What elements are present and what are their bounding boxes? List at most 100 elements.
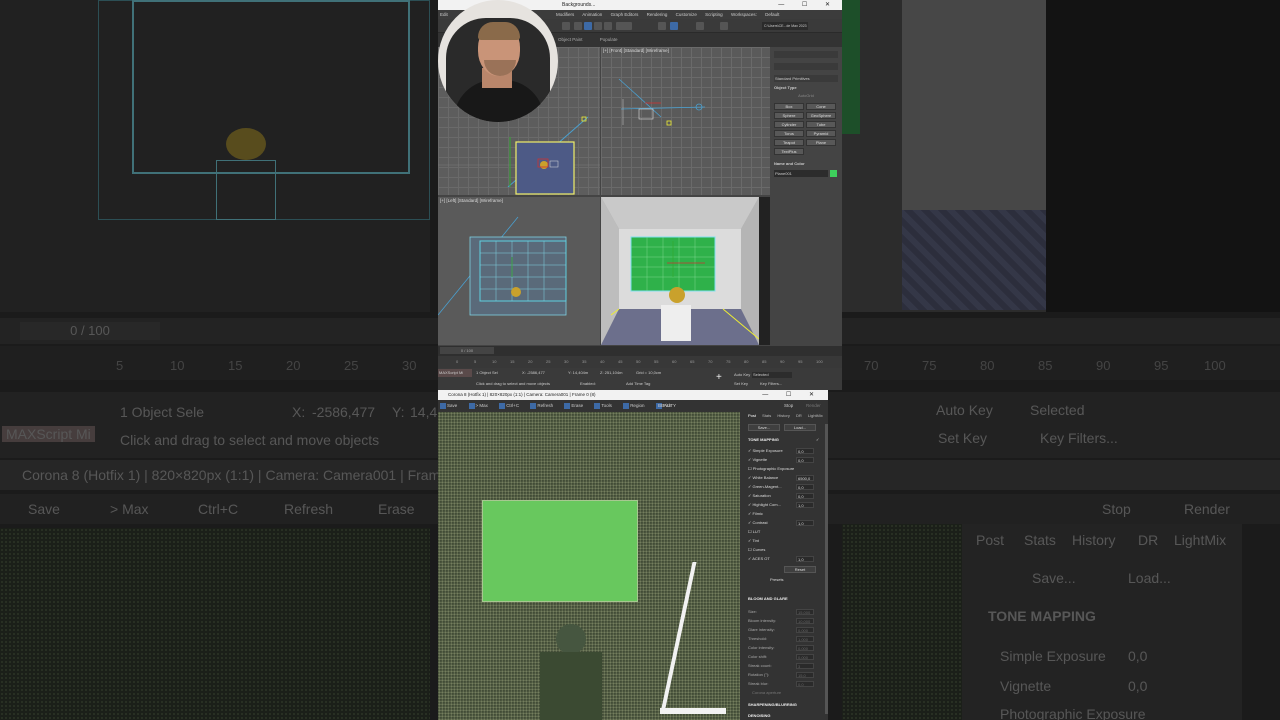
bloom-option[interactable]: Streak blur: 0,0	[748, 680, 822, 688]
tab-object-paint[interactable]: Object Paint	[558, 37, 583, 42]
tab-history[interactable]: History	[777, 413, 789, 418]
bloom-value[interactable]: 0,000	[796, 654, 814, 660]
primitives-dropdown[interactable]: Standard Primitives	[774, 75, 838, 82]
option-row[interactable]: ✓ Green-Magent... 0,0	[748, 483, 822, 491]
auto-key-button[interactable]: Auto Key	[734, 372, 750, 377]
render-view[interactable]	[438, 412, 740, 720]
bloom-option[interactable]: Threshold: 1,000	[748, 635, 822, 643]
menu-edit[interactable]: Edit	[440, 10, 448, 19]
y-coordinate[interactable]: Y: 14,404m	[568, 370, 588, 375]
tab-lightmix[interactable]: LightMix	[808, 413, 823, 418]
bloom-option[interactable]: Rotation (°): 15,0	[748, 671, 822, 679]
tab-post[interactable]: Post	[748, 413, 756, 418]
tube-button[interactable]: Tube	[806, 121, 836, 128]
bloom-option[interactable]: Size: 15,000	[748, 608, 822, 616]
tab-stats[interactable]: Stats	[762, 413, 771, 418]
teapot-button[interactable]: Teapot	[774, 139, 804, 146]
bloom-option[interactable]: Color shift: 0,000	[748, 653, 822, 661]
bloom-option[interactable]: Streak count: 3	[748, 662, 822, 670]
option-row[interactable]: ✓ Vignette 0,0	[748, 456, 822, 464]
corona-window-controls[interactable]: — ☐ ✕	[762, 390, 822, 400]
tone-mapping-checkbox[interactable]: ✓	[816, 437, 819, 442]
save-preset-button[interactable]: Save...	[748, 424, 780, 431]
autogrid-toggle[interactable]: AutoGrid	[774, 93, 838, 100]
bloom-glare-header[interactable]: BLOOM AND GLARE	[748, 596, 788, 601]
option-value[interactable]: 0,0	[796, 457, 814, 463]
select-icon[interactable]	[574, 22, 582, 30]
time-slider[interactable]: 0 / 100	[440, 347, 494, 354]
option-row[interactable]: ✓ Highlight Com... 1,0	[748, 501, 822, 509]
angle-snap-icon[interactable]	[670, 22, 678, 30]
percent-snap-icon[interactable]	[696, 22, 704, 30]
maxscript-listener[interactable]: MAXScript Mi	[438, 369, 472, 377]
panel-scrollbar[interactable]	[825, 424, 828, 714]
textplus-button[interactable]: TextPlus	[774, 148, 804, 155]
option-row[interactable]: ✓ Filmic	[748, 510, 822, 518]
save-button[interactable]: Save	[440, 402, 457, 409]
name-color-header[interactable]: Name and Color	[774, 161, 838, 168]
bloom-value[interactable]: 0,000	[796, 627, 814, 633]
option-row[interactable]: ✓ Saturation 0,0	[748, 492, 822, 500]
cylinder-button[interactable]: Cylinder	[774, 121, 804, 128]
load-preset-button[interactable]: Load...	[784, 424, 816, 431]
bloom-value[interactable]: 1,000	[796, 636, 814, 642]
bloom-value[interactable]: 0,0	[796, 681, 814, 687]
plane-button[interactable]: Plane	[806, 139, 836, 146]
menu-modifiers[interactable]: Modifiers	[556, 12, 574, 17]
view-dropdown[interactable]	[616, 22, 632, 30]
option-row[interactable]: ☐ LUT	[748, 528, 822, 536]
tone-mapping-header[interactable]: TONE MAPPING	[748, 437, 779, 442]
option-value[interactable]: 6500,0	[796, 475, 814, 481]
link-icon[interactable]	[562, 22, 570, 30]
create-tab-row[interactable]	[774, 51, 838, 58]
option-row[interactable]: ☐ Photographic Exposure	[748, 465, 822, 473]
menu-rendering[interactable]: Rendering	[647, 12, 668, 17]
option-value[interactable]: 1,0	[796, 502, 814, 508]
selected-dropdown[interactable]: Selected	[752, 372, 792, 378]
menu-graph-editors[interactable]: Graph Editors	[611, 12, 639, 17]
geometry-tab-row[interactable]	[774, 63, 838, 70]
region-button[interactable]: Region	[623, 402, 644, 409]
bloom-value[interactable]: 3	[796, 663, 814, 669]
set-key-button[interactable]: Set Key	[734, 381, 748, 386]
bloom-value[interactable]: 0,000	[796, 645, 814, 651]
option-row[interactable]: ✓ Contrast 1,0	[748, 519, 822, 527]
option-row[interactable]: ✓ Tint	[748, 537, 822, 545]
reset-button[interactable]: Reset	[784, 566, 816, 573]
cone-button[interactable]: Cone	[806, 103, 836, 110]
bloom-option[interactable]: Color intensity: 0,000	[748, 644, 822, 652]
option-row[interactable]: ✓ White Balance 6500,0	[748, 474, 822, 482]
to-max-button[interactable]: > Max	[468, 402, 488, 409]
option-value[interactable]: 1,0	[796, 556, 814, 562]
bloom-option[interactable]: Bloom intensity: 10,000	[748, 617, 822, 625]
project-path[interactable]: C:\Users\CE...de Max 2023	[762, 22, 808, 30]
geosphere-button[interactable]: GeoSphere	[806, 112, 836, 119]
track-bar[interactable]: 0 5 10 15 20 25 30 35 40 45 50 55 60 65 …	[438, 356, 842, 368]
viewport-front[interactable]: [+] [Front] [Standard] [Wireframe]	[601, 47, 770, 195]
render-button[interactable]: Render	[806, 400, 821, 412]
box-button[interactable]: Box	[774, 103, 804, 110]
menu-scripting[interactable]: Scripting	[705, 12, 723, 17]
refresh-button[interactable]: Refresh	[530, 402, 553, 409]
bloom-value[interactable]: 15,000	[796, 609, 814, 615]
sphere-button[interactable]: Sphere	[774, 112, 804, 119]
scale-icon[interactable]	[604, 22, 612, 30]
option-row[interactable]: ✓ ACES OT 1,0	[748, 555, 822, 563]
workspaces-select[interactable]: Default	[765, 12, 779, 17]
key-mode-icon[interactable]: +	[716, 372, 722, 383]
bloom-option[interactable]: Glare intensity: 0,000	[748, 626, 822, 634]
presets-button[interactable]: Presets	[770, 577, 784, 582]
option-value[interactable]: 0,0	[796, 493, 814, 499]
add-time-tag[interactable]: Add Time Tag	[626, 381, 650, 386]
option-row[interactable]: ✓ Simple Exposure 0,0	[748, 447, 822, 455]
option-value[interactable]: 0,0	[796, 448, 814, 454]
torus-button[interactable]: Torus	[774, 130, 804, 137]
copy-button[interactable]: Ctrl+C	[499, 402, 519, 409]
option-row[interactable]: ☐ Curves	[748, 546, 822, 554]
render-element-select[interactable]: BEAUTY	[658, 400, 676, 412]
viewport-left[interactable]: [+] [Left] [Standard] [Wireframe]	[438, 197, 600, 345]
stop-button[interactable]: Stop	[784, 400, 793, 412]
menu-animation[interactable]: Animation	[582, 12, 602, 17]
erase-button[interactable]: Erase	[564, 402, 583, 409]
move-icon[interactable]	[584, 22, 592, 30]
